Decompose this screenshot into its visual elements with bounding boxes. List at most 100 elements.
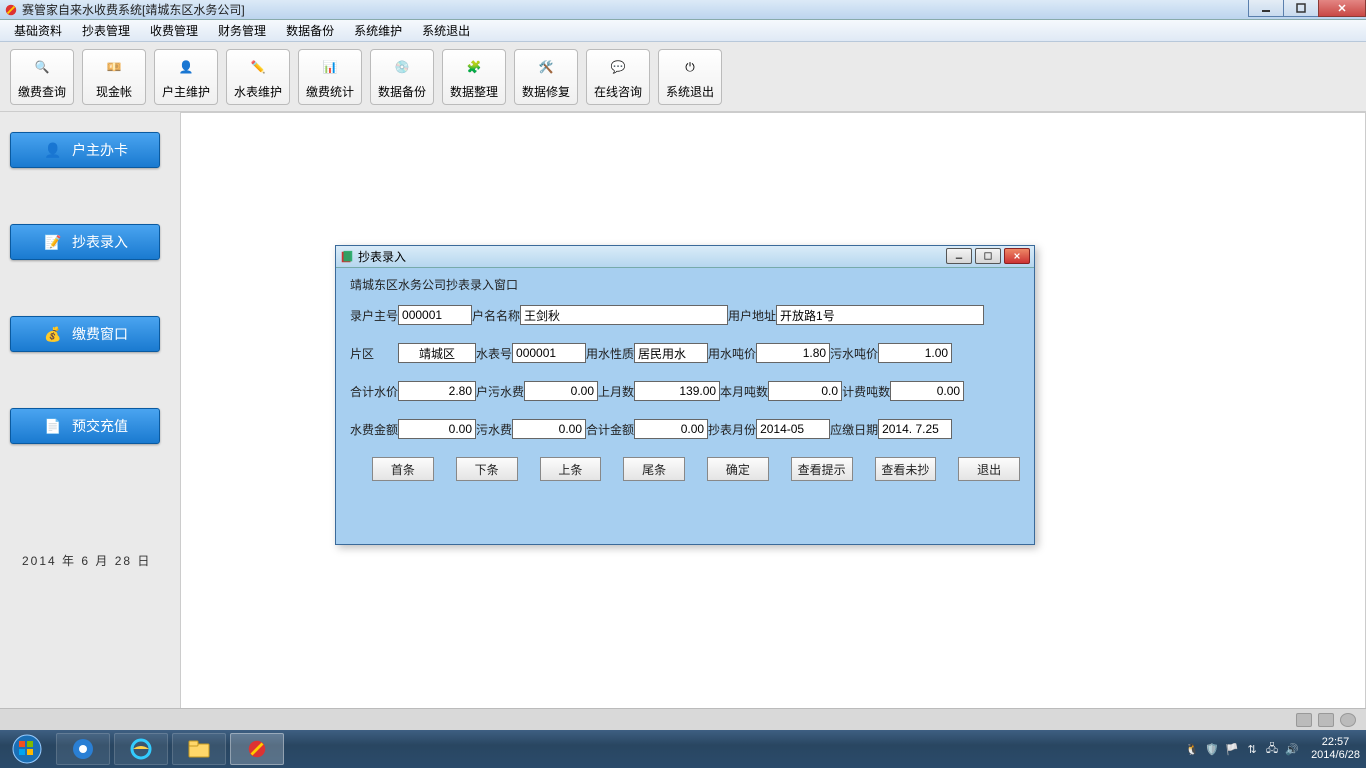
status-help-icon[interactable] xyxy=(1340,713,1356,727)
sidebar-button-prepay[interactable]: 📄 预交充值 xyxy=(10,408,160,444)
app-icon xyxy=(4,3,18,17)
tray-clock[interactable]: 22:57 2014/6/28 xyxy=(1311,736,1360,762)
ok-button[interactable]: 确定 xyxy=(707,457,769,481)
input-last[interactable] xyxy=(634,381,720,401)
taskbar-item-ie[interactable] xyxy=(114,733,168,765)
dialog-icon xyxy=(340,250,354,264)
label-addr: 用户地址 xyxy=(728,307,776,324)
toolbar-button[interactable]: ⏻系统退出 xyxy=(658,49,722,105)
toolbar-button[interactable]: 🛠️数据修复 xyxy=(514,49,578,105)
label-price: 用水吨价 xyxy=(708,345,756,362)
start-button[interactable] xyxy=(0,730,54,768)
doc-icon: 📄 xyxy=(42,415,64,437)
input-usage[interactable] xyxy=(634,343,708,363)
sidebar: 👤户主办卡 📝 抄表录入 💰缴费窗口 📄 预交充值 xyxy=(10,132,170,500)
next-button[interactable]: 下条 xyxy=(456,457,518,481)
label-read-month: 抄表月份 xyxy=(708,421,756,438)
app-titlebar: 赛管家自来水收费系统[靖城东区水务公司] xyxy=(0,0,1366,20)
toolbar-button[interactable]: 🔍缴费查询 xyxy=(10,49,74,105)
sidebar-button-pay[interactable]: 💰缴费窗口 xyxy=(10,316,160,352)
tray-speaker-icon[interactable]: 🔊 xyxy=(1285,742,1299,756)
input-area[interactable] xyxy=(398,343,476,363)
menu-bar: 基础资料 抄表管理 收费管理 财务管理 数据备份 系统维护 系统退出 xyxy=(0,20,1366,42)
input-meter[interactable] xyxy=(512,343,586,363)
taskbar-item-app[interactable] xyxy=(230,733,284,765)
menu-item[interactable]: 系统退出 xyxy=(412,20,480,41)
taskbar-item[interactable] xyxy=(56,733,110,765)
dialog-minimize-button[interactable] xyxy=(946,248,972,264)
view-tip-button[interactable]: 查看提示 xyxy=(791,457,853,481)
last-button[interactable]: 尾条 xyxy=(623,457,685,481)
input-sewage-price[interactable] xyxy=(878,343,952,363)
first-button[interactable]: 首条 xyxy=(372,457,434,481)
exit-button[interactable]: 退出 xyxy=(958,457,1020,481)
input-hu-sewage[interactable] xyxy=(524,381,598,401)
sidebar-button-reading[interactable]: 📝 抄表录入 xyxy=(10,224,160,260)
menu-item[interactable]: 基础资料 xyxy=(4,20,72,41)
status-icon[interactable] xyxy=(1296,713,1312,727)
maximize-button[interactable] xyxy=(1283,0,1319,17)
dialog-title: 抄表录入 xyxy=(358,248,406,265)
sidebar-label: 预交充值 xyxy=(72,416,128,436)
label-this: 本月吨数 xyxy=(720,383,768,400)
sidebar-button-card[interactable]: 👤户主办卡 xyxy=(10,132,160,168)
input-name[interactable] xyxy=(520,305,728,325)
taskbar: 🐧 🛡️ 🏳️ ⇅ 🖧 🔊 22:57 2014/6/28 xyxy=(0,730,1366,768)
toolbar-button[interactable]: ✏️水表维护 xyxy=(226,49,290,105)
tray-updown-icon[interactable]: ⇅ xyxy=(1245,742,1259,756)
menu-item[interactable]: 系统维护 xyxy=(344,20,412,41)
toolbar-button[interactable]: 💿数据备份 xyxy=(370,49,434,105)
prev-button[interactable]: 上条 xyxy=(540,457,602,481)
input-due[interactable] xyxy=(878,419,952,439)
label-total-fee: 合计金额 xyxy=(586,421,634,438)
input-sewage-fee[interactable] xyxy=(512,419,586,439)
toolbar-label: 数据备份 xyxy=(378,83,426,100)
label-charge-ton: 计费吨数 xyxy=(842,383,890,400)
toolbar-button[interactable]: 💬在线咨询 xyxy=(586,49,650,105)
input-account[interactable] xyxy=(398,305,472,325)
sidebar-label: 抄表录入 xyxy=(72,232,128,252)
organize-icon: 🧩 xyxy=(460,53,488,81)
input-water-fee[interactable] xyxy=(398,419,476,439)
label-hu-sewage: 户污水费 xyxy=(476,383,524,400)
input-this[interactable] xyxy=(768,381,842,401)
minimize-button[interactable] xyxy=(1248,0,1284,17)
tray-flag-icon[interactable]: 🏳️ xyxy=(1225,742,1239,756)
menu-item[interactable]: 财务管理 xyxy=(208,20,276,41)
dialog-close-button[interactable] xyxy=(1004,248,1030,264)
close-button[interactable] xyxy=(1318,0,1366,17)
input-read-month[interactable] xyxy=(756,419,830,439)
tray-qq-icon[interactable]: 🐧 xyxy=(1185,742,1199,756)
dialog-subtitle: 靖城东区水务公司抄表录入窗口 xyxy=(350,276,1020,293)
menu-item[interactable]: 收费管理 xyxy=(140,20,208,41)
toolbar-label: 系统退出 xyxy=(666,83,714,100)
label-name: 户名名称 xyxy=(472,307,520,324)
system-tray: 🐧 🛡️ 🏳️ ⇅ 🖧 🔊 22:57 2014/6/28 xyxy=(1185,730,1360,768)
tray-shield-icon[interactable]: 🛡️ xyxy=(1205,742,1219,756)
taskbar-item-explorer[interactable] xyxy=(172,733,226,765)
label-last: 上月数 xyxy=(598,383,634,400)
status-icon[interactable] xyxy=(1318,713,1334,727)
dialog-maximize-button[interactable] xyxy=(975,248,1001,264)
input-total-price[interactable] xyxy=(398,381,476,401)
input-addr[interactable] xyxy=(776,305,984,325)
clock-time: 22:57 xyxy=(1311,736,1360,749)
write-icon: 📝 xyxy=(42,231,64,253)
input-total-fee[interactable] xyxy=(634,419,708,439)
input-price[interactable] xyxy=(756,343,830,363)
toolbar-button[interactable]: 🧩数据整理 xyxy=(442,49,506,105)
view-unread-button[interactable]: 查看未抄 xyxy=(875,457,937,481)
input-charge-ton[interactable] xyxy=(890,381,964,401)
tray-network-icon[interactable]: 🖧 xyxy=(1265,742,1279,756)
toolbar-button[interactable]: 💴现金帐 xyxy=(82,49,146,105)
sidebar-label: 缴费窗口 xyxy=(72,324,128,344)
label-due: 应缴日期 xyxy=(830,421,878,438)
menu-item[interactable]: 抄表管理 xyxy=(72,20,140,41)
label-total-price: 合计水价 xyxy=(350,383,398,400)
repair-icon: 🛠️ xyxy=(532,53,560,81)
toolbar-button[interactable]: 📊缴费统计 xyxy=(298,49,362,105)
menu-item[interactable]: 数据备份 xyxy=(276,20,344,41)
toolbar-button[interactable]: 👤户主维护 xyxy=(154,49,218,105)
dialog-titlebar[interactable]: 抄表录入 xyxy=(336,246,1034,268)
label-area: 片区 xyxy=(350,345,398,362)
